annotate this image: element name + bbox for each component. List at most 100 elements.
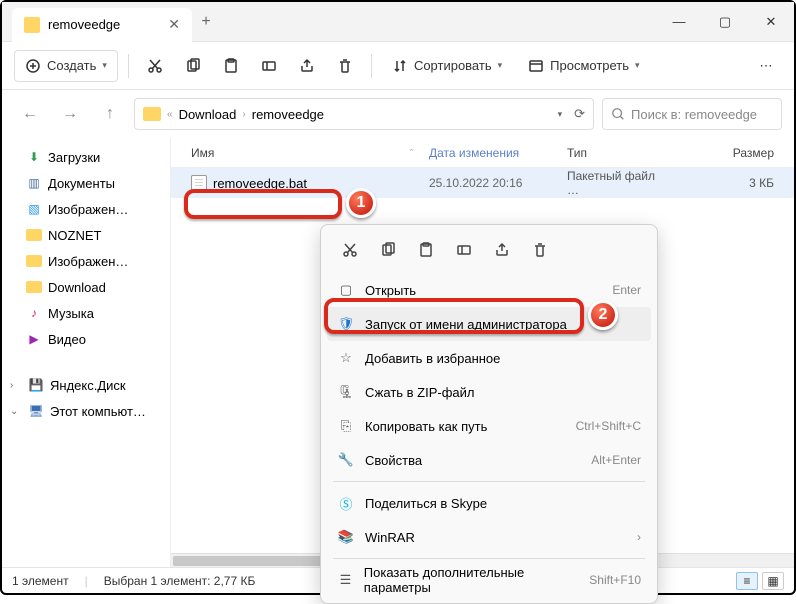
column-headers: Имяˆ Дата изменения Тип Размер: [171, 138, 794, 168]
ctx-compress-zip[interactable]: 🗜 Сжать в ZIP-файл: [327, 375, 651, 409]
view-icon: [528, 58, 544, 74]
folder-icon: [24, 17, 40, 33]
toolbar: Создать ▾ Сортировать ▾ Просмотреть ▾ ⋯: [2, 42, 794, 90]
trash-icon: [532, 242, 548, 258]
sidebar-item-documents[interactable]: ▥Документы: [2, 170, 170, 196]
ctx-paste-button[interactable]: [409, 235, 443, 265]
col-date[interactable]: Дата изменения: [421, 146, 559, 160]
copy-button[interactable]: [177, 50, 209, 82]
sidebar-item-download[interactable]: Download: [2, 274, 170, 300]
file-type: Пакетный файл …: [559, 169, 677, 197]
close-tab-icon[interactable]: ✕: [168, 16, 180, 33]
breadcrumb[interactable]: « Download › removeedge ▾ ⟳: [134, 98, 594, 130]
close-button[interactable]: ✕: [748, 2, 794, 42]
open-icon: ▢: [337, 281, 355, 299]
more-options-icon: ☰: [337, 571, 354, 589]
paste-button[interactable]: [215, 50, 247, 82]
annotation-badge-2: 2: [588, 300, 618, 330]
ctx-add-favorite[interactable]: ☆ Добавить в избранное: [327, 341, 651, 375]
col-type[interactable]: Тип: [559, 146, 677, 160]
more-button[interactable]: ⋯: [750, 50, 782, 82]
share-icon: [299, 58, 315, 74]
tab-title: removeedge: [48, 17, 120, 32]
maximize-button[interactable]: ▢: [702, 2, 748, 42]
paste-icon: [418, 242, 434, 258]
ctx-rename-button[interactable]: [447, 235, 481, 265]
icons-view-button[interactable]: ▦: [762, 572, 784, 590]
view-button[interactable]: Просмотреть ▾: [518, 50, 649, 82]
address-bar: ← → ↑ « Download › removeedge ▾ ⟳ Поиск …: [2, 90, 794, 138]
file-row[interactable]: removeedge.bat 25.10.2022 20:16 Пакетный…: [171, 168, 794, 198]
folder-icon: [143, 107, 161, 121]
context-menu: ▢ Открыть Enter 🛡 Запуск от имени админи…: [320, 224, 658, 604]
status-count: 1 элемент: [12, 574, 69, 588]
context-quick-actions: [327, 231, 651, 273]
search-input[interactable]: Поиск в: removeedge: [602, 98, 782, 130]
sidebar-item-pictures[interactable]: ▧Изображен…: [2, 196, 170, 222]
trash-icon: [337, 58, 353, 74]
annotation-badge-1: 1: [346, 188, 376, 218]
folder-icon: [26, 255, 42, 267]
sidebar-item-noznet[interactable]: NOZNET: [2, 222, 170, 248]
winrar-icon: 📚: [337, 528, 355, 546]
ctx-properties[interactable]: 🔧 Свойства Alt+Enter: [327, 443, 651, 477]
delete-button[interactable]: [329, 50, 361, 82]
rename-icon: [456, 242, 472, 258]
file-name: removeedge.bat: [213, 176, 307, 191]
col-name[interactable]: Имяˆ: [183, 146, 421, 160]
sort-icon: [392, 58, 408, 74]
sidebar-item-video[interactable]: ▶Видео: [2, 326, 170, 352]
breadcrumb-part[interactable]: removeedge: [252, 107, 324, 122]
create-label: Создать: [47, 58, 96, 73]
sidebar-item-music[interactable]: ♪Музыка: [2, 300, 170, 326]
sidebar-item-thispc[interactable]: ⌄🖥Этот компьют…: [2, 398, 170, 424]
sidebar-item-yandex[interactable]: ›💾Яндекс.Диск: [2, 372, 170, 398]
ctx-show-more[interactable]: ☰ Показать дополнительные параметры Shif…: [327, 563, 651, 597]
batch-file-icon: [191, 175, 207, 191]
star-icon: ☆: [337, 349, 355, 367]
zip-icon: 🗜: [337, 383, 355, 401]
ctx-share-button[interactable]: [485, 235, 519, 265]
shield-icon: 🛡: [337, 315, 355, 333]
tab-current[interactable]: removeedge ✕: [12, 8, 192, 42]
sidebar-item-downloads[interactable]: ⬇Загрузки: [2, 144, 170, 170]
sort-label: Сортировать: [414, 58, 492, 73]
ctx-delete-button[interactable]: [523, 235, 557, 265]
breadcrumb-part[interactable]: Download: [179, 107, 237, 122]
titlebar: removeedge ✕ + — ▢ ✕: [2, 2, 794, 42]
copy-icon: [185, 58, 201, 74]
forward-button[interactable]: →: [54, 98, 86, 130]
new-tab-button[interactable]: +: [192, 13, 220, 31]
file-date: 25.10.2022 20:16: [421, 176, 559, 190]
cut-icon: [342, 242, 358, 258]
search-icon: [611, 107, 625, 121]
copy-icon: [380, 242, 396, 258]
file-size: 3 КБ: [677, 176, 794, 190]
search-placeholder: Поиск в: removeedge: [631, 107, 757, 122]
sidebar-item-pictures2[interactable]: Изображен…: [2, 248, 170, 274]
rename-button[interactable]: [253, 50, 285, 82]
ctx-cut-button[interactable]: [333, 235, 367, 265]
back-button[interactable]: ←: [14, 98, 46, 130]
up-button[interactable]: ↑: [94, 98, 126, 130]
ctx-winrar[interactable]: 📚 WinRAR ›: [327, 520, 651, 554]
share-icon: [494, 242, 510, 258]
window-controls: — ▢ ✕: [656, 2, 794, 42]
share-button[interactable]: [291, 50, 323, 82]
sidebar: ⬇Загрузки ▥Документы ▧Изображен… NOZNET …: [2, 138, 170, 567]
folder-icon: [26, 229, 42, 241]
ctx-copy-button[interactable]: [371, 235, 405, 265]
plus-circle-icon: [25, 58, 41, 74]
cut-button[interactable]: [139, 50, 171, 82]
rename-icon: [261, 58, 277, 74]
ctx-copy-path[interactable]: ⎘ Копировать как путь Ctrl+Shift+C: [327, 409, 651, 443]
col-size[interactable]: Размер: [677, 146, 794, 160]
ctx-skype[interactable]: Ⓢ Поделиться в Skype: [327, 486, 651, 520]
sort-button[interactable]: Сортировать ▾: [382, 50, 512, 82]
view-label: Просмотреть: [550, 58, 629, 73]
paste-icon: [223, 58, 239, 74]
details-view-button[interactable]: ≡: [736, 572, 758, 590]
create-button[interactable]: Создать ▾: [14, 50, 118, 82]
copy-path-icon: ⎘: [337, 417, 355, 435]
minimize-button[interactable]: —: [656, 2, 702, 42]
